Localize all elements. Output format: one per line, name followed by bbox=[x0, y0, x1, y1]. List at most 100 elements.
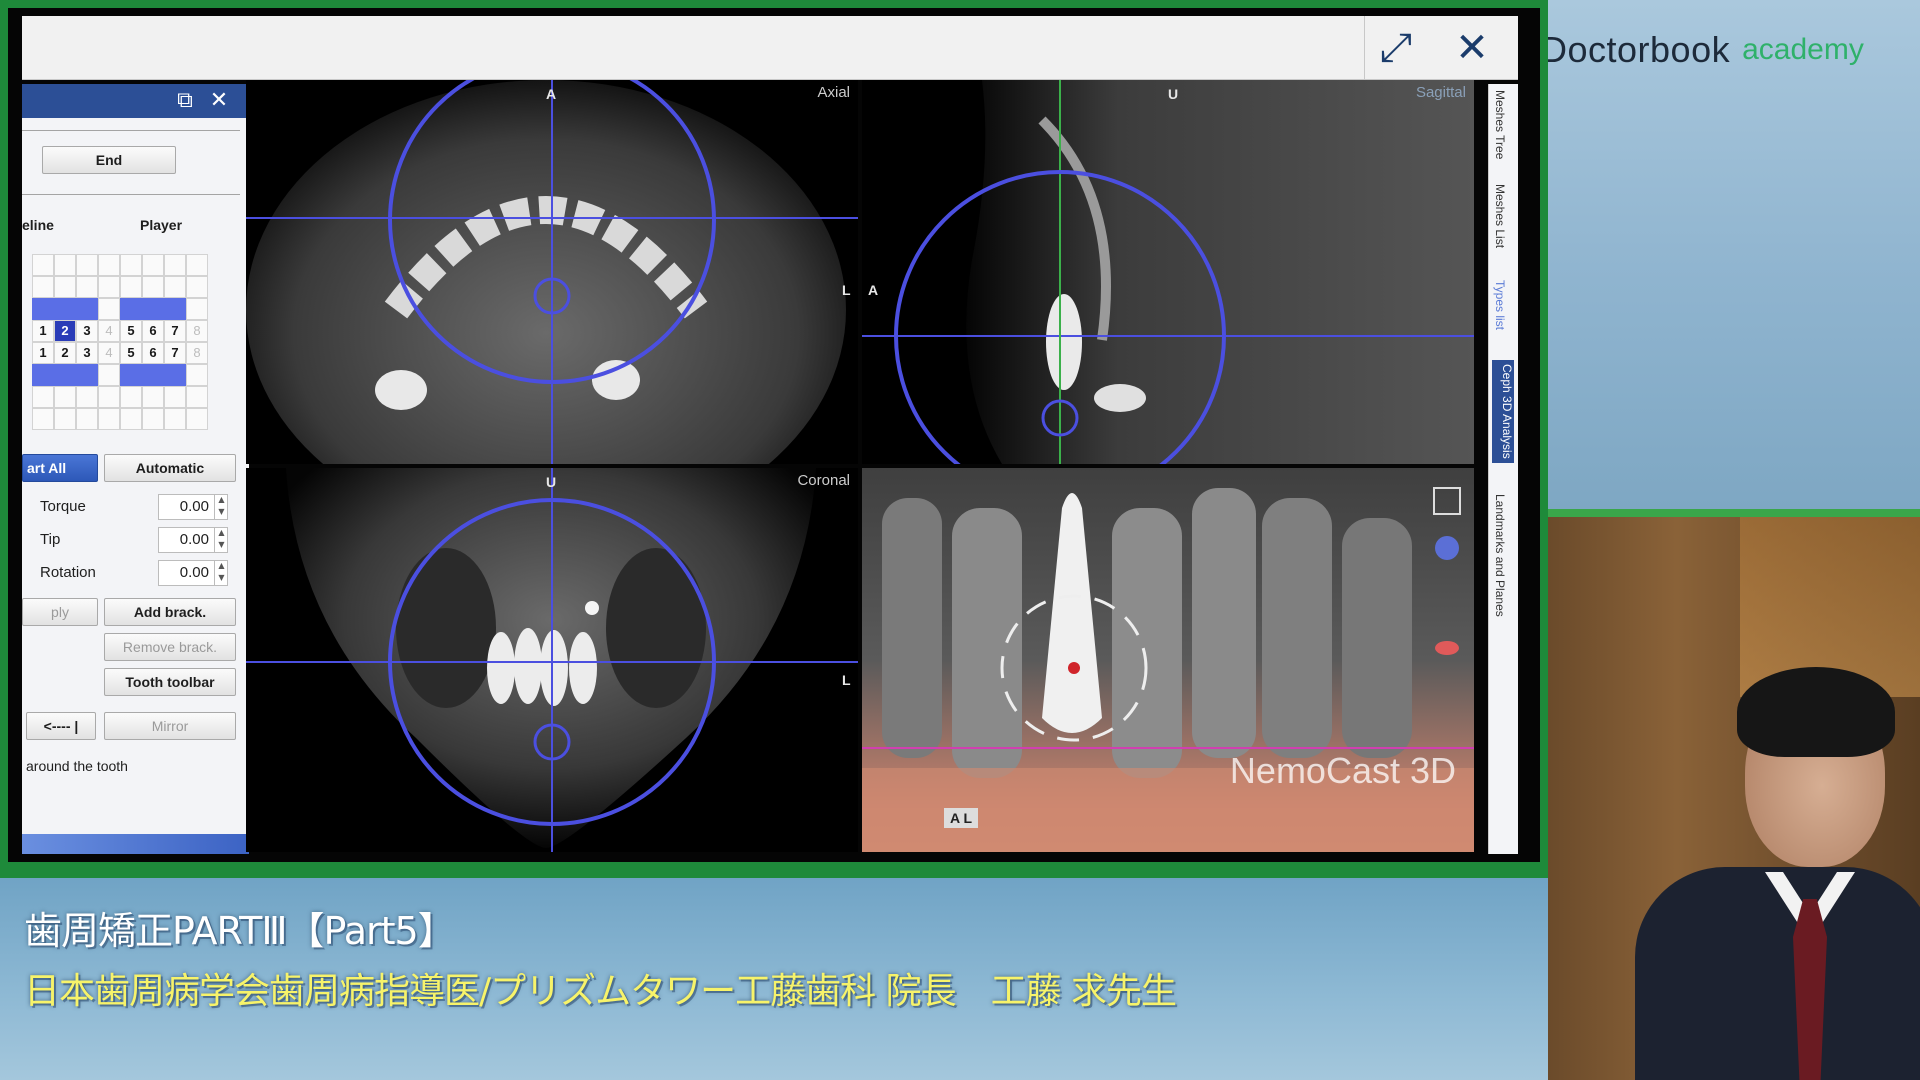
tooth-cell-selected[interactable]: 2 bbox=[54, 320, 76, 342]
lecture-caption: 歯周矯正PARTⅢ【Part5】 日本歯周病学会歯周病指導医/プリズムタワー工藤… bbox=[0, 870, 1548, 1080]
grid-cell bbox=[76, 408, 98, 430]
tooth-cell[interactable]: 8 bbox=[186, 320, 208, 342]
tooth-grid: 1 2 3 4 5 6 7 8 1 2 3 4 5 6 7 8 bbox=[32, 254, 230, 434]
grid-cell bbox=[186, 364, 208, 386]
expand-arrows-icon[interactable]: ⤢ bbox=[1374, 26, 1418, 70]
grid-cell bbox=[186, 408, 208, 430]
grid-cell bbox=[142, 408, 164, 430]
coronal-top-letter: U bbox=[546, 474, 557, 490]
sagittal-label: Sagittal bbox=[1415, 84, 1466, 101]
axial-ct-image bbox=[246, 80, 858, 464]
panel-close-icon[interactable]: ✕ bbox=[206, 88, 232, 114]
tooth-cell[interactable]: 7 bbox=[164, 342, 186, 364]
panel-status-strip bbox=[22, 834, 249, 854]
tab-meshes-list[interactable]: Meshes List bbox=[1493, 184, 1507, 248]
tooth-cell[interactable]: 6 bbox=[142, 320, 164, 342]
arrow-left-button[interactable]: <---- | bbox=[26, 712, 96, 740]
tooth-cell[interactable]: 4 bbox=[98, 320, 120, 342]
tab-types-list[interactable]: Types list bbox=[1493, 280, 1507, 330]
mirror-button[interactable]: Mirror bbox=[104, 712, 236, 740]
dental-3d-model bbox=[862, 487, 1474, 852]
tab-meshes-tree[interactable]: Meshes Tree bbox=[1493, 90, 1507, 159]
tab-landmarks-planes[interactable]: Landmarks and Planes bbox=[1493, 494, 1507, 617]
tooth-cell[interactable]: 5 bbox=[120, 320, 142, 342]
grid-cell bbox=[76, 386, 98, 408]
tooth-toolbar-button[interactable]: Tooth toolbar bbox=[104, 668, 236, 696]
grid-cell bbox=[142, 254, 164, 276]
grid-cell bbox=[54, 386, 76, 408]
view-orientation-button[interactable]: A L bbox=[944, 808, 979, 828]
grid-cell bbox=[186, 276, 208, 298]
add-bracket-button[interactable]: Add brack. bbox=[104, 598, 236, 626]
tooth-cell[interactable]: 1 bbox=[32, 320, 54, 342]
presenter bbox=[1615, 667, 1920, 1080]
sagittal-viewport[interactable]: Sagittal U A bbox=[862, 80, 1474, 464]
sagittal-ct-image bbox=[862, 80, 1474, 464]
grid-cell bbox=[186, 254, 208, 276]
grid-cell-band bbox=[164, 364, 186, 386]
tooth-cell[interactable]: 3 bbox=[76, 342, 98, 364]
grid-cell-band bbox=[142, 298, 164, 320]
tip-label: Tip bbox=[40, 531, 61, 548]
axial-viewport[interactable]: Axial A L bbox=[246, 80, 858, 464]
coronal-viewport[interactable]: Coronal U L bbox=[246, 468, 858, 852]
tooth-cell[interactable]: 4 bbox=[98, 342, 120, 364]
grid-cell bbox=[120, 254, 142, 276]
tab-timeline[interactable]: eline bbox=[22, 210, 54, 240]
presenter-suit bbox=[1635, 867, 1920, 1080]
lecturer-name: 日本歯周病学会歯周病指導医/プリズムタワー工藤歯科 院長 工藤 求先生 bbox=[24, 971, 1177, 1012]
software-window: ⤢ ✕ ⧉ ✕ End eline Player 1 2 3 4 5 6 7 8… bbox=[8, 8, 1540, 862]
grid-cell bbox=[32, 254, 54, 276]
logo-brand: Doctorbook bbox=[1541, 29, 1731, 70]
grid-cell bbox=[142, 386, 164, 408]
rotation-label: Rotation bbox=[40, 564, 96, 581]
panel-rule bbox=[22, 130, 240, 131]
caption-top-rule bbox=[0, 870, 1548, 878]
torque-spinner[interactable]: ▲ ▼ bbox=[214, 494, 228, 520]
grid-cell bbox=[32, 276, 54, 298]
software-screen: ⤢ ✕ ⧉ ✕ End eline Player 1 2 3 4 5 6 7 8… bbox=[0, 0, 1548, 870]
grid-cell bbox=[54, 276, 76, 298]
tab-ceph-3d-analysis[interactable]: Ceph 3D Analysis bbox=[1492, 360, 1514, 463]
grid-cell bbox=[164, 276, 186, 298]
axial-label: Axial bbox=[817, 84, 850, 101]
lecture-title: 歯周矯正PARTⅢ【Part5】 bbox=[24, 909, 456, 953]
presenter-video bbox=[1545, 517, 1920, 1080]
tooth-cell[interactable]: 6 bbox=[142, 342, 164, 364]
tooth-cell[interactable]: 1 bbox=[32, 342, 54, 364]
start-all-button[interactable]: art All bbox=[22, 454, 98, 482]
coronal-ct-image bbox=[246, 468, 858, 852]
hint-text: around the tooth bbox=[26, 758, 128, 774]
tooth-cell[interactable]: 3 bbox=[76, 320, 98, 342]
tooth-cell[interactable]: 8 bbox=[186, 342, 208, 364]
grid-cell bbox=[32, 386, 54, 408]
grid-cell bbox=[164, 254, 186, 276]
remove-bracket-button[interactable]: Remove brack. bbox=[104, 633, 236, 661]
tooth-cell[interactable]: 7 bbox=[164, 320, 186, 342]
grid-cell-band bbox=[120, 298, 142, 320]
axial-top-letter: A bbox=[546, 86, 557, 102]
grid-cell bbox=[164, 386, 186, 408]
restore-window-icon[interactable]: ⧉ bbox=[172, 88, 198, 114]
tooth-movement-panel: ⧉ ✕ End eline Player 1 2 3 4 5 6 7 8 1 2… bbox=[22, 84, 249, 854]
grid-cell bbox=[120, 386, 142, 408]
model-3d-viewport[interactable]: NemoCast 3D A L bbox=[862, 468, 1474, 852]
tab-player[interactable]: Player bbox=[140, 210, 182, 240]
grid-cell-band bbox=[76, 364, 98, 386]
grid-cell bbox=[98, 386, 120, 408]
grid-cell-band bbox=[76, 298, 98, 320]
panel-rule bbox=[22, 194, 240, 195]
apply-button[interactable]: ply bbox=[22, 598, 98, 626]
rotation-spinner[interactable]: ▲ ▼ bbox=[214, 560, 228, 586]
grid-cell-band bbox=[142, 364, 164, 386]
automatic-button[interactable]: Automatic bbox=[104, 454, 236, 482]
divider-green bbox=[1545, 509, 1920, 517]
grid-cell bbox=[76, 276, 98, 298]
tooth-cell[interactable]: 2 bbox=[54, 342, 76, 364]
end-button[interactable]: End bbox=[42, 146, 176, 174]
tip-spinner[interactable]: ▲ ▼ bbox=[214, 527, 228, 553]
doctorbook-logo: Doctorbook academy bbox=[1495, 22, 1864, 78]
grid-cell bbox=[54, 408, 76, 430]
tooth-cell[interactable]: 5 bbox=[120, 342, 142, 364]
close-icon[interactable]: ✕ bbox=[1450, 26, 1494, 70]
